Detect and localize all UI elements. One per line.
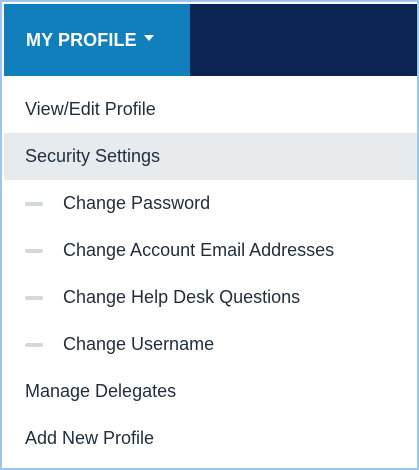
menu-item-label: View/Edit Profile: [25, 99, 156, 119]
submenu-item-label: Change Username: [63, 334, 215, 354]
menu-item-label: Add New Profile: [25, 428, 155, 448]
submenu-item-change-username[interactable]: Change Username: [4, 321, 417, 368]
menu-item-manage-delegates[interactable]: Manage Delegates: [4, 368, 417, 415]
submenu-item-change-help-desk-questions[interactable]: Change Help Desk Questions: [4, 274, 417, 321]
dash-icon: [25, 201, 43, 206]
profile-menu-panel: MY PROFILE View/Edit Profile Security Se…: [0, 0, 419, 470]
submenu-item-label: Change Password: [63, 193, 211, 213]
menu-item-view-edit-profile[interactable]: View/Edit Profile: [4, 86, 417, 133]
profile-menu-list: View/Edit Profile Security Settings Chan…: [4, 86, 417, 462]
menu-item-security-settings[interactable]: Security Settings: [4, 133, 417, 180]
menu-item-add-new-profile[interactable]: Add New Profile: [4, 415, 417, 462]
submenu-item-label: Change Account Email Addresses: [63, 240, 335, 260]
menu-item-label: Manage Delegates: [25, 381, 177, 401]
submenu-item-label: Change Help Desk Questions: [63, 287, 301, 307]
caret-down-icon: [143, 35, 154, 41]
header-bar: MY PROFILE: [4, 4, 417, 76]
menu-item-label: Security Settings: [25, 146, 161, 166]
submenu-item-change-password[interactable]: Change Password: [4, 180, 417, 227]
dash-icon: [25, 342, 43, 347]
dash-icon: [25, 295, 43, 300]
my-profile-dropdown-button[interactable]: MY PROFILE: [4, 4, 190, 76]
my-profile-label: MY PROFILE: [26, 29, 137, 50]
dash-icon: [25, 248, 43, 253]
submenu-item-change-account-email-addresses[interactable]: Change Account Email Addresses: [4, 227, 417, 274]
